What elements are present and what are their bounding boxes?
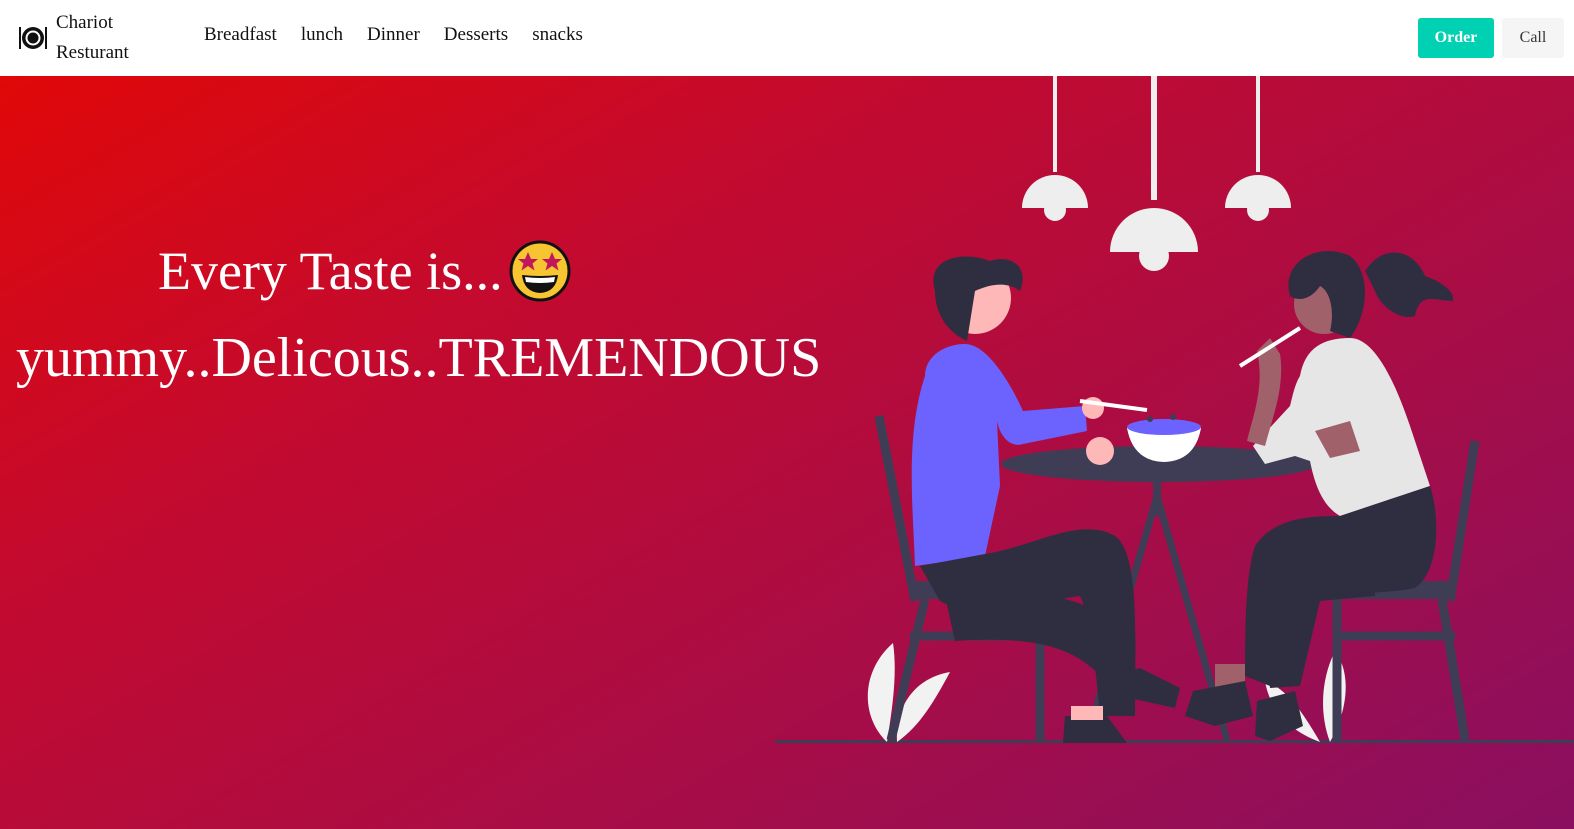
nav-item-desserts[interactable]: Desserts <box>444 24 508 46</box>
brand-name-line1: Chariot <box>56 12 113 33</box>
couple-dining-illustration <box>775 76 1574 743</box>
order-button[interactable]: Order <box>1418 18 1494 58</box>
hero-headline: Every Taste is... <box>158 240 571 302</box>
star-struck-emoji-icon <box>509 240 571 302</box>
woman-figure <box>1185 250 1454 741</box>
pendant-lamps <box>1022 76 1291 271</box>
main-nav: Breadfast lunch Dinner Desserts snacks <box>204 24 607 46</box>
man-figure <box>911 256 1180 743</box>
hero-headline-text: Every Taste is... <box>158 241 503 301</box>
brand-name-line2: Resturant <box>56 42 129 63</box>
nav-item-dinner[interactable]: Dinner <box>367 24 420 46</box>
nav-item-lunch[interactable]: lunch <box>301 24 343 46</box>
nav-item-snacks[interactable]: snacks <box>532 24 583 46</box>
hero-section: Every Taste is... yummy..Delicous..TREME… <box>0 76 1574 829</box>
navbar: Chariot Resturant Breadfast lunch Dinner… <box>0 0 1574 76</box>
plate-cutlery-icon <box>19 27 47 49</box>
brand[interactable]: Chariot Resturant <box>18 8 129 68</box>
hero-subheadline: yummy..Delicous..TREMENDOUS <box>16 327 822 389</box>
nav-item-breakfast[interactable]: Breadfast <box>204 24 277 46</box>
brand-name: Chariot Resturant <box>56 8 129 68</box>
call-button[interactable]: Call <box>1502 18 1564 58</box>
